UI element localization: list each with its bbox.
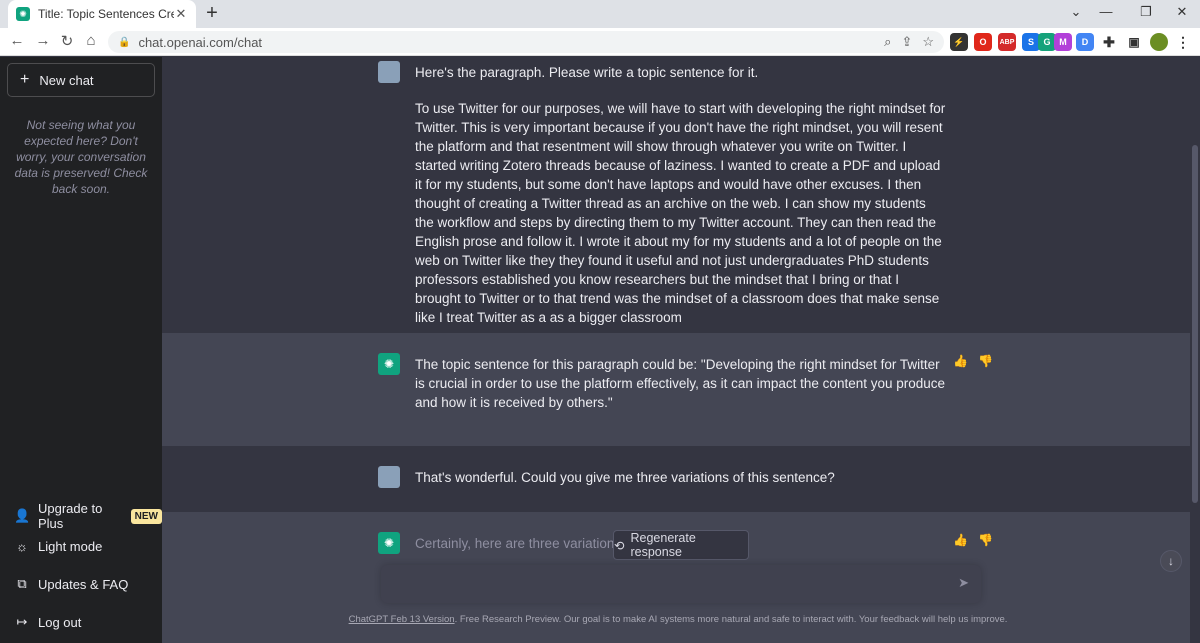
back-icon[interactable]: ← (8, 32, 26, 49)
side-panel-icon[interactable]: ▣ (1125, 33, 1143, 51)
user-message-row: That's wonderful. Could you give me thre… (162, 446, 1192, 512)
logout-label: Log out (38, 614, 82, 630)
openai-favicon-icon: ✺ (16, 7, 30, 21)
logout-button[interactable]: ↦ Log out (14, 614, 82, 630)
lock-icon: 🔒 (118, 36, 131, 48)
feedback-buttons: 👍 👎 (953, 354, 993, 368)
share-icon[interactable]: ⇪ (901, 34, 912, 50)
zoom-icon[interactable]: ⌕ (884, 34, 891, 50)
scrollbar-thumb[interactable] (1192, 145, 1198, 503)
browser-toolbar: ← → ↻ ⌂ 🔒 chat.openai.com/chat ⌕ ⇪ ☆ (0, 28, 1200, 56)
assistant-message: The topic sentence for this paragraph co… (415, 357, 946, 410)
library-extension-icon[interactable]: M (1054, 33, 1072, 51)
plus-icon: + (20, 71, 30, 88)
new-tab-button[interactable]: + (202, 2, 222, 25)
new-chat-label: New chat (39, 72, 94, 88)
footer-disclaimer: ChatGPT Feb 13 Version. Free Research Pr… (163, 614, 1193, 625)
chatgpt-logo-icon: ✺ (378, 353, 400, 375)
address-bar[interactable]: 🔒 chat.openai.com/chat ⌕ ⇪ ☆ (108, 31, 944, 53)
light-mode-button[interactable]: ☼ Light mode (14, 539, 102, 554)
thumbs-up-icon[interactable]: 👍 (953, 354, 968, 368)
minimize-icon[interactable]: — (1096, 4, 1116, 19)
home-icon[interactable]: ⌂ (82, 32, 100, 49)
maximize-icon[interactable]: ❐ (1136, 4, 1156, 20)
message-input[interactable] (393, 573, 953, 595)
tab-search-icon[interactable]: ⌄ (1066, 4, 1086, 20)
user-icon: 👤 (14, 508, 31, 523)
thumbs-down-icon[interactable]: 👎 (978, 533, 993, 547)
tab-close-icon[interactable]: ✕ (174, 6, 188, 22)
version-link[interactable]: ChatGPT Feb 13 Version (349, 614, 455, 625)
updates-label: Updates & FAQ (38, 576, 129, 592)
user-message-paragraph: To use Twitter for our purposes, we will… (415, 101, 946, 325)
regenerate-response-button[interactable]: ⟲ Regenerate response (613, 530, 749, 560)
feedback-buttons: 👍 👎 (953, 533, 993, 547)
user-avatar (378, 466, 400, 488)
user-message-row: Here's the paragraph. Please write a top… (162, 57, 1192, 333)
thumbs-down-icon[interactable]: 👎 (978, 354, 993, 368)
send-icon[interactable]: ➤ (958, 575, 969, 591)
close-window-icon[interactable]: ✕ (1172, 4, 1192, 20)
browser-tab[interactable]: ✺ Title: Topic Sentences Created. ✕ (8, 0, 196, 28)
profile-avatar[interactable] (1150, 33, 1168, 51)
light-mode-label: Light mode (38, 539, 103, 554)
upgrade-to-plus-button[interactable]: 👤 Upgrade to Plus NEW (14, 501, 162, 531)
user-message-intro: Here's the paragraph. Please write a top… (415, 65, 759, 80)
thumbs-up-icon[interactable]: 👍 (953, 533, 968, 547)
sidebar-notice: Not seeing what you expected here? Don't… (14, 118, 148, 196)
url-text: chat.openai.com/chat (138, 34, 263, 50)
new-chat-button[interactable]: + New chat (7, 63, 155, 97)
browser-menu-icon[interactable]: ⋮ (1174, 33, 1192, 51)
omnibox-actions: ⌕ ⇪ ☆ (884, 34, 934, 50)
sun-icon: ☼ (16, 539, 28, 554)
assistant-message-row: ✺ The topic sentence for this paragraph … (162, 333, 1192, 446)
user-avatar (378, 61, 400, 83)
user-message: That's wonderful. Could you give me thre… (415, 470, 835, 485)
new-badge: NEW (130, 508, 162, 524)
bookmark-star-icon[interactable]: ☆ (922, 34, 934, 50)
forward-icon[interactable]: → (34, 32, 52, 49)
browser-tab-bar: ✺ Title: Topic Sentences Created. ✕ + ⌄ … (0, 0, 1200, 28)
refresh-icon: ⟲ (614, 538, 625, 553)
regenerate-label: Regenerate response (630, 531, 696, 559)
extensions-puzzle-icon[interactable]: ✚ (1100, 33, 1118, 51)
opera-extension-icon[interactable]: O (974, 33, 992, 51)
sidebar: + New chat Not seeing what you expected … (0, 57, 162, 643)
footer-text: . Free Research Preview. Our goal is to … (454, 614, 1008, 625)
updates-faq-link[interactable]: ⧉ Updates & FAQ (14, 576, 128, 592)
reload-icon[interactable]: ↻ (58, 32, 76, 50)
lightning-extension-icon[interactable]: ⚡ (950, 33, 968, 51)
logout-icon: ↦ (16, 614, 28, 629)
adblock-extension-icon[interactable]: ABP (998, 33, 1016, 51)
chatgpt-logo-icon: ✺ (378, 532, 400, 554)
tab-title: Title: Topic Sentences Created. (38, 7, 174, 21)
scroll-to-bottom-button[interactable]: ↓ (1160, 550, 1182, 572)
arrow-down-icon: ↓ (1168, 554, 1174, 568)
docs-extension-icon[interactable]: D (1076, 33, 1094, 51)
message-composer: ➤ (381, 565, 981, 603)
external-link-icon: ⧉ (17, 576, 27, 591)
upgrade-label: Upgrade to Plus (38, 501, 103, 531)
